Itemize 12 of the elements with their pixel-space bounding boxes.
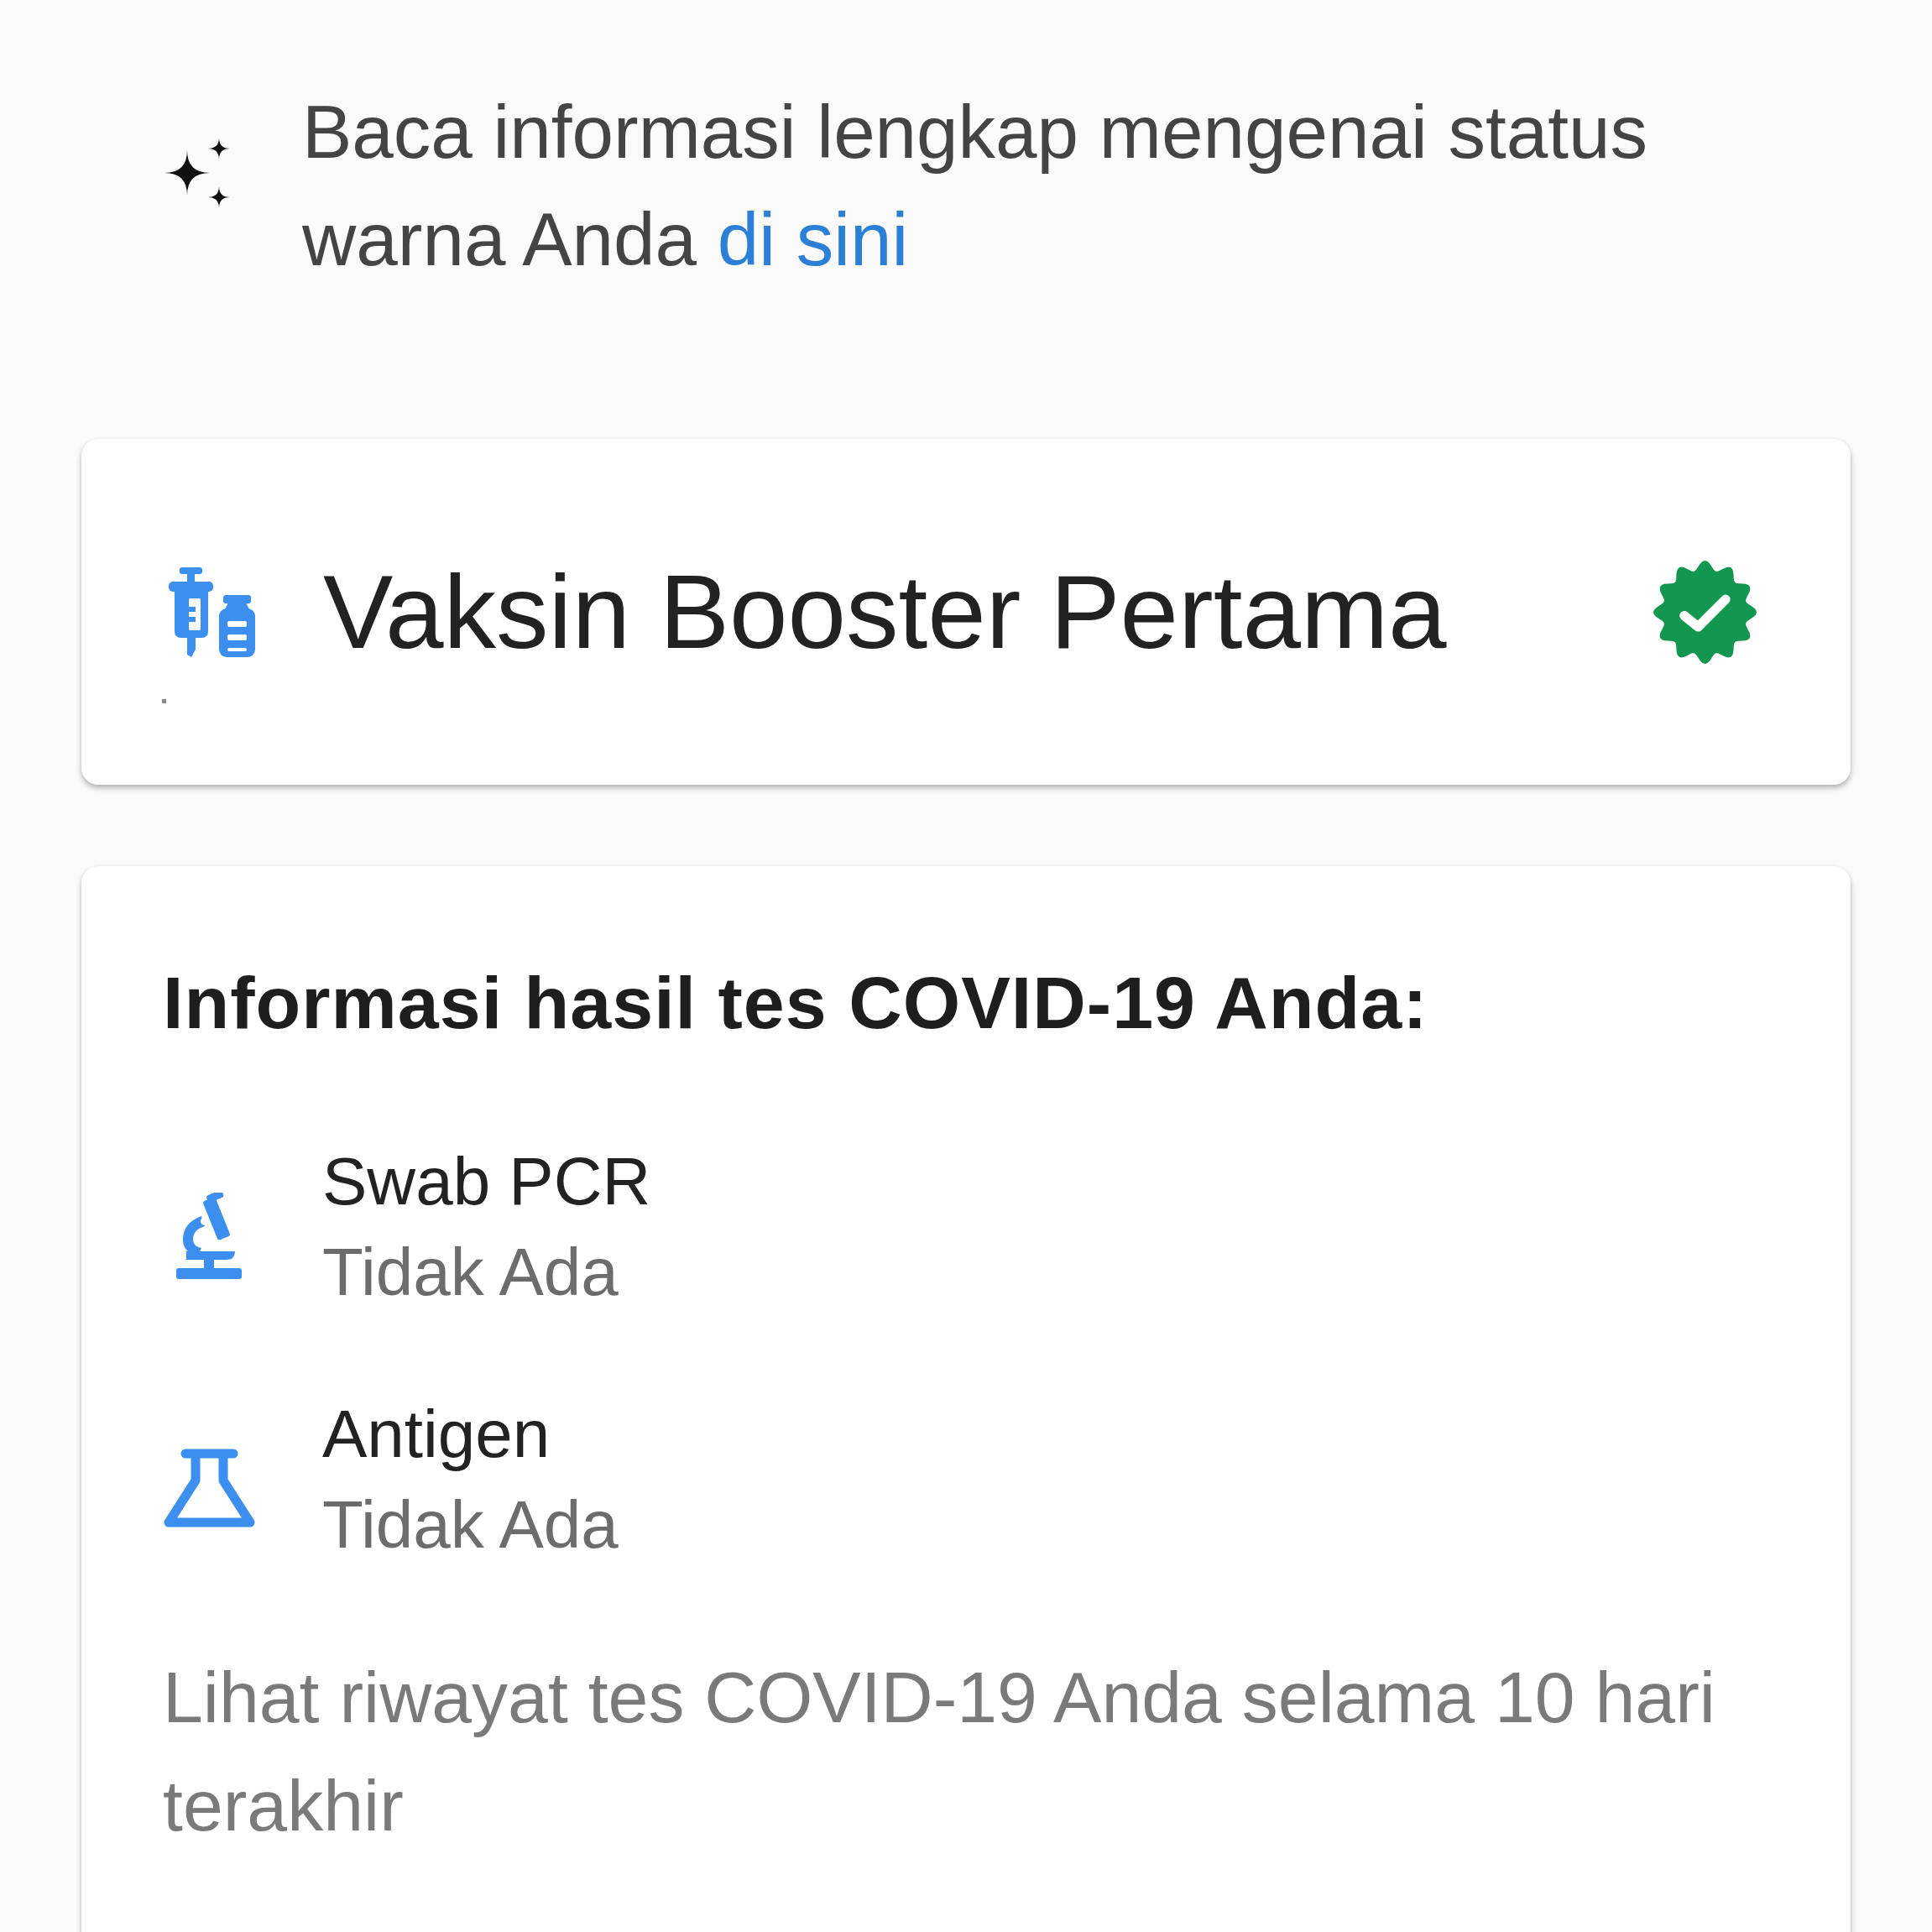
test-name: Swab PCR [322,1143,651,1220]
microscope-icon [176,1192,242,1279]
flask-icon [163,1449,255,1527]
link[interactable]: di sini [717,197,909,281]
test-result: Tidak Ada [322,1234,619,1311]
syringe-vial-icon [169,567,255,657]
section-heading: Informasi hasil tes COVID-19 Anda: [163,960,1429,1046]
history-text: Lihat riwayat tes COVID-19 Anda selama 10 hari terakhir [163,1656,1716,1847]
info-text: Baca informasi lengkap mengenai status warna Anda di sini [302,89,1648,283]
test-name: Antigen [322,1396,551,1473]
test-result: Tidak Ada [322,1486,619,1564]
vaccine-title: Vaksin Booster Pertama [323,552,1448,671]
